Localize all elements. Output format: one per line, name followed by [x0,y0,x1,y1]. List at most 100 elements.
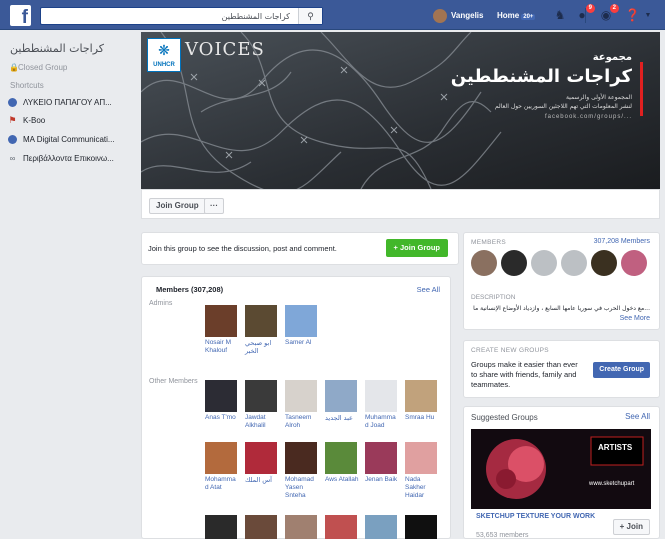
avatar[interactable] [205,515,237,539]
chevron-down-icon[interactable]: ▼ [641,9,655,22]
member-name: Tasneem Alroh [285,414,312,429]
member-name: Aws Atallah [325,476,359,483]
shortcut-label: K-Boo [23,116,46,125]
member-item[interactable]: آس الملك [245,442,281,484]
notifications-badge: 2 [609,4,619,13]
cover-accent-bar [640,62,643,116]
shortcut-item[interactable]: ⚑ K-Boo [8,116,136,128]
search-icon[interactable]: ⚲ [298,8,322,24]
suggested-see-all-link[interactable]: See All [625,412,650,421]
avatar [245,305,277,337]
member-item[interactable]: Muhamma d Joad [365,380,401,430]
avatar [285,380,317,412]
avatar [365,442,397,474]
member-item[interactable]: Jawdat Alkhalil [245,380,281,430]
join-suggested-group-button[interactable]: + Join [612,519,650,535]
suggested-groups-title: Suggested Groups [471,413,538,422]
members-see-all-link[interactable]: See All [417,285,440,294]
member-name: ابو صبحي الخبر [245,339,272,355]
member-name: Mohamma d Atat [205,476,236,491]
home-link[interactable]: Home 20+ [497,8,536,25]
avatar[interactable] [325,515,357,539]
facebook-logo-icon[interactable]: f [10,5,31,26]
member-item[interactable]: Jenan Baik [365,442,401,484]
member-item[interactable]: Mohamad Yasen Snteha [285,442,321,500]
join-group-primary-button[interactable]: + Join Group [385,239,448,257]
member-admin[interactable]: ابو صبحي الخبر [245,305,281,355]
member-item[interactable]: Tasneem Alroh [285,380,321,430]
create-group-button[interactable]: Create Group [593,362,650,378]
shortcut-item[interactable]: ∞ Περιβάλλοντα Επικοινω... [8,154,136,166]
admins-label: Admins [149,300,173,307]
member-admin[interactable]: Nosair M Khalouf [205,305,241,355]
description-label: DESCRIPTION [471,294,516,301]
search-input[interactable] [41,8,296,24]
suggested-group-name[interactable]: SKETCHUP TEXTURE YOUR WORK [476,513,596,521]
suggested-group-image[interactable]: ARTISTS www.sketchupart [471,429,651,509]
group-name[interactable]: كراجات المشنططين [10,42,104,55]
avatar [405,442,437,474]
avatar[interactable] [591,250,617,276]
member-item[interactable]: Smraa Hu [405,380,441,422]
help-icon[interactable]: ❓ [625,9,640,22]
avatar [405,380,437,412]
shortcut-item[interactable]: ΛΥΚΕΙΟ ΠΑΠΑΓΟΥ ΑΠ... [8,98,136,110]
member-name: آس الملك [245,476,272,484]
avatar [365,380,397,412]
avatar[interactable] [365,515,397,539]
avatar [285,305,317,337]
member-item[interactable]: عبد الجديد [325,380,361,422]
member-name: Samer Al [285,339,312,346]
messages-icon[interactable]: ● 9 [575,4,595,22]
member-name: Anas T'mo [205,414,236,421]
more-options-button[interactable]: ··· [204,198,224,214]
avatar [205,305,237,337]
voices-logo: VOICES [185,39,265,60]
home-count: 20+ [521,14,536,20]
left-sidebar: كراجات المشنططين 🔒 Closed Group Shortcut… [0,30,140,539]
cover-url: facebook.com/groups/... [544,114,632,120]
avatar[interactable] [405,515,437,539]
avatar[interactable] [471,250,497,276]
avatar[interactable] [561,250,587,276]
shortcut-label: ΛΥΚΕΙΟ ΠΑΠΑΓΟΥ ΑΠ... [23,98,112,107]
member-item[interactable]: Aws Atallah [325,442,361,484]
shortcut-label: MA Digital Communicati... [23,135,115,144]
avatar [433,8,447,23]
avatar [245,380,277,412]
link-icon: ∞ [9,154,16,164]
description-text: مع دخول الحرب في سوريا عامها السابع ، وا… [473,305,650,312]
avatar[interactable] [245,515,277,539]
group-icon [8,98,17,108]
member-item[interactable]: Mohamma d Atat [205,442,241,492]
group-action-bar: Join Group ··· [141,189,660,219]
create-groups-text: Groups make it easier than ever to share… [471,360,578,389]
profile-link[interactable]: Vangelis [433,8,483,24]
suggested-group-members: 53,653 members [476,532,529,539]
see-more-link[interactable]: See More [620,315,650,322]
friend-requests-icon[interactable]: ♞ [553,9,567,22]
avatar[interactable] [285,515,317,539]
suggested-image-text: ARTISTS [598,443,633,452]
shortcut-label: Περιβάλλοντα Επικοινω... [23,154,114,163]
cover-subtitle-2: لنشر المعلومات التي تهم اللاجئين السوريي… [494,103,632,110]
group-privacy: Closed Group [18,63,68,72]
shortcut-item[interactable]: MA Digital Communicati... [8,135,136,147]
join-group-button[interactable]: Join Group [149,198,206,214]
avatar[interactable] [621,250,647,276]
notifications-icon[interactable]: ◉ 2 [599,4,619,22]
member-item[interactable]: Anas T'mo [205,380,241,422]
other-members-label: Other Members [149,378,198,385]
avatar[interactable] [501,250,527,276]
members-summary-card: MEMBERS 307,208 Members DESCRIPTION مع د… [463,232,660,330]
group-icon [8,135,17,145]
members-count-link[interactable]: 307,208 Members [594,238,650,245]
create-groups-card: CREATE NEW GROUPS Groups make it easier … [463,340,660,398]
cover-title-line1: مجموعة [592,52,632,63]
member-item[interactable]: Nada Sakher Haidar [405,442,441,500]
unhcr-logo: ❋ UNHCR [147,38,181,72]
member-admin[interactable]: Samer Al [285,305,321,347]
group-cover-photo[interactable]: ❋ UNHCR VOICES مجموعة كراجات المشنططين ا… [141,32,660,189]
members-summary-title: MEMBERS [471,239,506,246]
avatar[interactable] [531,250,557,276]
